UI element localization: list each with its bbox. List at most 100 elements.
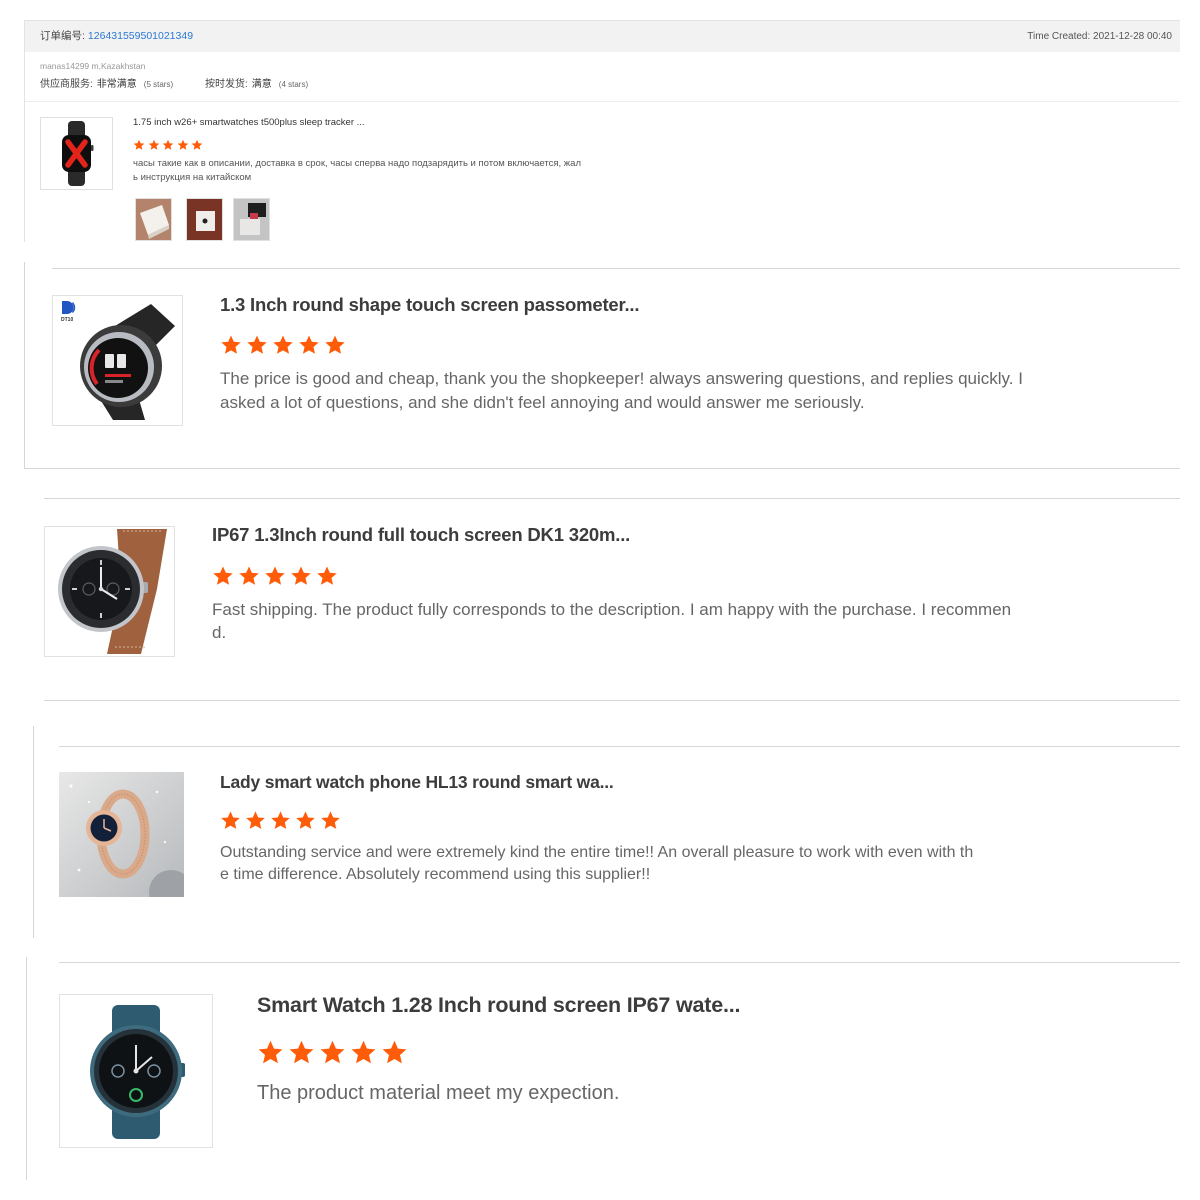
rating-value: 非常满意 (96, 79, 137, 90)
star-shape (289, 1040, 314, 1064)
review-line: e time difference. Absolutely recommend … (220, 866, 651, 883)
product-title-link[interactable]: 1.75 inch w26+ smartwatches t500plus sle… (133, 116, 365, 129)
product-title-link[interactable]: IP67 1.3Inch round full touch screen DK1… (212, 522, 630, 548)
star-shape (239, 566, 259, 585)
product-title-link[interactable]: 1.3 Inch round shape touch screen passom… (220, 292, 640, 318)
star-shape (221, 811, 240, 829)
star-icon (177, 139, 189, 150)
order-header: 订单编号: 126431559501021349 Time Created: 20… (25, 21, 1180, 52)
star-icon (296, 811, 315, 829)
card-divider (44, 700, 1180, 701)
hand-pin (98, 586, 104, 592)
product-image[interactable] (44, 526, 175, 657)
star-icon (162, 139, 174, 150)
star-icon (273, 335, 293, 354)
product-image[interactable] (59, 772, 184, 897)
product-image[interactable] (40, 117, 113, 190)
rating-label: 供应商服务: (40, 79, 93, 90)
card-divider (59, 746, 1180, 747)
star-icon (325, 335, 345, 354)
screen-bar (105, 380, 123, 383)
seller-rating-service: 供应商服务: 非常满意 (5 stars) (40, 78, 173, 91)
review-line: Fast shipping. The product fully corresp… (212, 600, 1012, 619)
review-line: The product material meet my expection. (257, 1082, 620, 1104)
star-shape (148, 139, 159, 150)
star-shape (265, 566, 285, 585)
square-smartwatch-photo (41, 118, 112, 189)
logo-text: DT10 (61, 317, 73, 323)
star-icon (148, 139, 159, 150)
review-photo[interactable] (233, 198, 270, 241)
blue-round-watch-photo (60, 995, 212, 1147)
card-divider (44, 498, 1180, 499)
star-icon (246, 811, 265, 829)
star-shape (213, 566, 233, 585)
rating-stars (133, 139, 206, 151)
screen-detail (117, 354, 126, 368)
hand-pin (133, 1068, 139, 1074)
star-shape (317, 566, 337, 585)
product-image[interactable]: DT10 (52, 295, 183, 426)
star-shape (325, 335, 345, 354)
star-shape (382, 1040, 407, 1064)
buyer-info: manas14299 m,Kazakhstan (40, 61, 146, 71)
watch-crown (91, 145, 94, 151)
star-shape (258, 1040, 283, 1064)
review-card: Lady smart watch phone HL13 round smart … (33, 726, 1180, 938)
time-created: Time Created: 2021-12-28 00:40 (1027, 31, 1172, 42)
rating-stars (212, 565, 342, 587)
review-line: Outstanding service and were extremely k… (220, 844, 974, 861)
review-text: часы такие как в описании, доставка в ср… (133, 157, 581, 185)
star-shape (247, 335, 267, 354)
star-shape (271, 811, 290, 829)
star-shape (246, 811, 265, 829)
review-card: IP67 1.3Inch round full touch screen DK1… (44, 498, 1180, 701)
review-photo-image (187, 199, 222, 240)
device-detail (250, 213, 258, 219)
review-photo[interactable] (135, 198, 172, 241)
card-divider (25, 101, 1180, 102)
review-photo[interactable] (186, 198, 223, 241)
star-icon (239, 566, 259, 585)
product-title-link[interactable]: Lady smart watch phone HL13 round smart … (220, 770, 614, 794)
star-icon (221, 811, 240, 829)
review-line: часы такие как в описании, доставка в ср… (133, 158, 581, 169)
rating-stars (257, 1039, 412, 1066)
star-icon (321, 811, 340, 829)
rating-stars-text: (5 stars) (143, 80, 174, 89)
review-text: Outstanding service and were extremely k… (220, 842, 973, 886)
rating-value: 满意 (251, 79, 272, 90)
product-title-link[interactable]: Smart Watch 1.28 Inch round screen IP67 … (257, 990, 740, 1020)
star-icon (133, 139, 145, 150)
star-shape (321, 811, 340, 829)
rating-stars-text: (4 stars) (278, 80, 309, 89)
card-divider (52, 268, 1180, 269)
star-shape (177, 139, 189, 150)
star-shape (162, 139, 174, 150)
brand-logo: DT10 (61, 301, 76, 323)
order-review-card: 订单编号: 126431559501021349 Time Created: 20… (24, 20, 1180, 242)
card-divider (59, 962, 1180, 963)
star-shape (192, 139, 203, 150)
leather-strap-watch-photo (45, 527, 174, 656)
star-icon (271, 811, 290, 829)
review-photo-image (234, 199, 269, 240)
product-image[interactable] (59, 994, 213, 1148)
sparkle (163, 840, 167, 844)
star-icon (351, 1040, 376, 1064)
review-card: DT10 1.3 Inch round shape touch screen p… (24, 262, 1180, 469)
star-icon (291, 566, 311, 585)
star-icon (289, 1040, 314, 1064)
card-border-left (26, 957, 27, 1180)
screen-detail (105, 354, 114, 368)
sparkle (69, 784, 73, 788)
order-number-link[interactable]: 126431559501021349 (88, 30, 193, 42)
star-shape (320, 1040, 345, 1064)
rating-stars (220, 810, 345, 831)
star-icon (317, 566, 337, 585)
screen-bar (105, 374, 131, 377)
review-line: asked a lot of questions, and she didn't… (220, 393, 865, 412)
star-shape (296, 811, 315, 829)
card-border-bottom (24, 468, 1180, 469)
star-shape (133, 139, 145, 150)
